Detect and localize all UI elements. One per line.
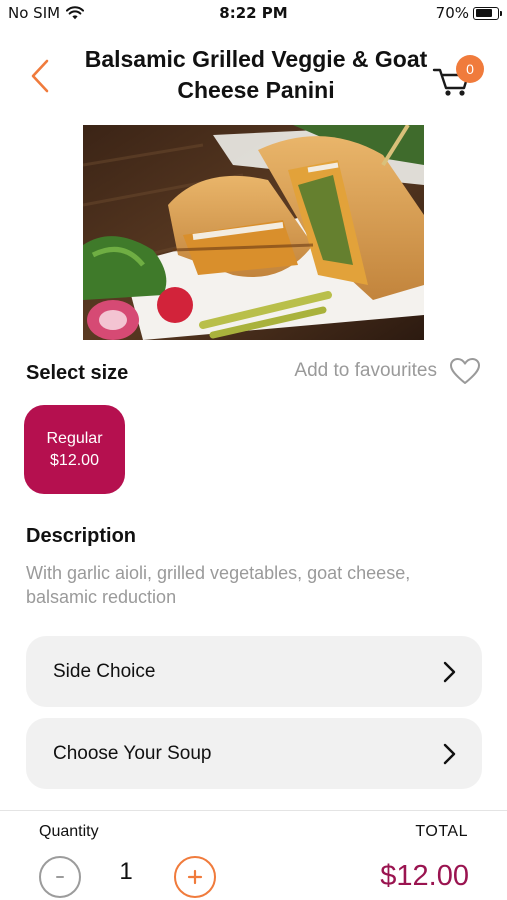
heart-icon (450, 358, 480, 384)
decrease-quantity-button[interactable] (39, 856, 81, 898)
chevron-right-icon (443, 743, 456, 764)
status-time: 8:22 PM (219, 4, 288, 22)
quantity-label: Quantity (39, 823, 99, 840)
cart-count-badge[interactable]: 0 (456, 55, 484, 83)
description-heading: Description (26, 525, 137, 547)
total-value: $12.00 (380, 860, 469, 892)
battery-status: 70% (435, 4, 502, 22)
total-label: TOTAL (415, 823, 468, 840)
battery-icon (473, 6, 502, 20)
size-option-name: Regular (46, 429, 103, 447)
page-title: Balsamic Grilled Veggie & Goat Cheese Pa… (84, 46, 428, 103)
add-to-favourites-button[interactable]: Add to favourites (294, 357, 481, 385)
choose-soup-row[interactable]: Choose Your Soup (26, 718, 482, 789)
choose-soup-label: Choose Your Soup (53, 742, 212, 764)
description-text: With garlic aioli, grilled vegetables, g… (26, 563, 411, 607)
status-bar: No SIM 8:22 PM 70% (0, 0, 507, 28)
favourites-label: Add to favourites (294, 360, 437, 381)
size-option-regular[interactable]: Regular $12.00 (24, 405, 125, 494)
footer-divider (0, 810, 507, 811)
chevron-right-icon (443, 661, 456, 682)
battery-percent: 70% (435, 4, 469, 22)
quantity-value: 1 (119, 858, 133, 885)
product-image (83, 125, 424, 340)
size-option-price: $12.00 (50, 451, 99, 469)
back-button[interactable] (22, 56, 58, 96)
plus-icon (187, 869, 203, 885)
select-size-heading: Select size (26, 362, 129, 384)
panini-photo (83, 125, 424, 340)
side-choice-label: Side Choice (53, 660, 156, 682)
side-choice-row[interactable]: Side Choice (26, 636, 482, 707)
increase-quantity-button[interactable] (174, 856, 216, 898)
minus-icon (56, 876, 64, 878)
chevron-left-icon (31, 59, 49, 93)
